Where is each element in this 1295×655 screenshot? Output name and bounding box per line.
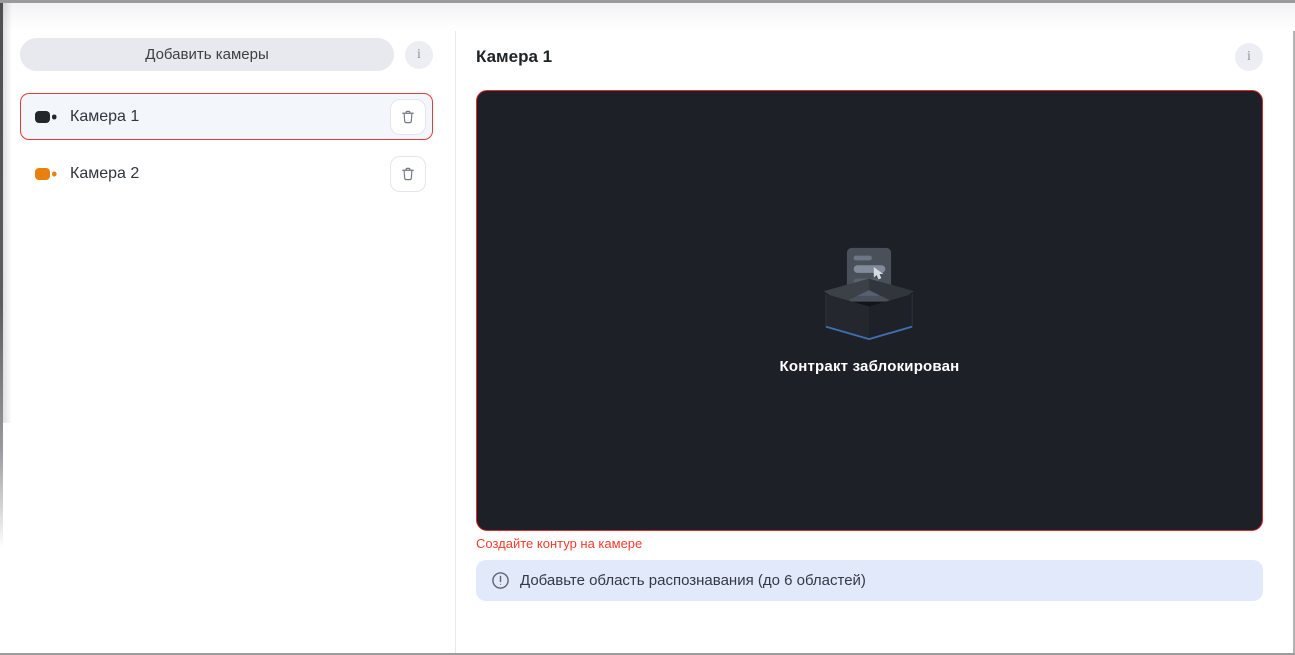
- delete-camera-1-button[interactable]: [390, 98, 426, 135]
- trash-icon: [399, 165, 417, 183]
- camera-detail-panel: Камера 1 i Контракт заблокирован Создайт…: [456, 0, 1295, 655]
- camera-title: Камера 1: [476, 47, 553, 66]
- camera-preview[interactable]: Контракт заблокирован: [476, 90, 1263, 531]
- alert-circle-icon: [491, 571, 510, 590]
- banner-text: Добавьте область распознавания (до 6 обл…: [520, 572, 866, 589]
- camera-item-label: Камера 2: [70, 164, 140, 182]
- camera-item-label: Камера 1: [70, 107, 140, 125]
- window-top-edge: [0, 0, 1295, 3]
- add-cameras-button[interactable]: Добавить камеры: [20, 38, 394, 71]
- empty-open-box-icon: [816, 246, 922, 342]
- recognition-area-banner: Добавьте область распознавания (до 6 обл…: [476, 560, 1263, 601]
- camera-sidebar: Добавить камеры i Камера 1 Камера 2: [0, 0, 456, 655]
- camera-list-item-1[interactable]: Камера 1: [20, 93, 433, 140]
- video-camera-icon: [35, 166, 57, 182]
- preview-empty-state: Контракт заблокирован: [780, 246, 960, 375]
- camera-detail-header: Камера 1 i: [476, 43, 1263, 71]
- delete-camera-2-button[interactable]: [390, 155, 426, 192]
- trash-icon: [399, 108, 417, 126]
- camera-list-item-2[interactable]: Камера 2: [20, 150, 433, 197]
- camera-info-button[interactable]: i: [1235, 43, 1263, 71]
- window-left-edge: [0, 3, 3, 548]
- contour-validation-error: Создайте контур на камере: [476, 536, 643, 551]
- camera-list: Камера 1 Камера 2: [20, 93, 433, 197]
- video-camera-icon: [35, 109, 57, 125]
- preview-status-text: Контракт заблокирован: [779, 358, 960, 375]
- sidebar-header: Добавить камеры i: [20, 38, 433, 71]
- camera-settings-page: Добавить камеры i Камера 1 Камера 2 Каме…: [0, 0, 1295, 655]
- sidebar-info-button[interactable]: i: [405, 40, 433, 69]
